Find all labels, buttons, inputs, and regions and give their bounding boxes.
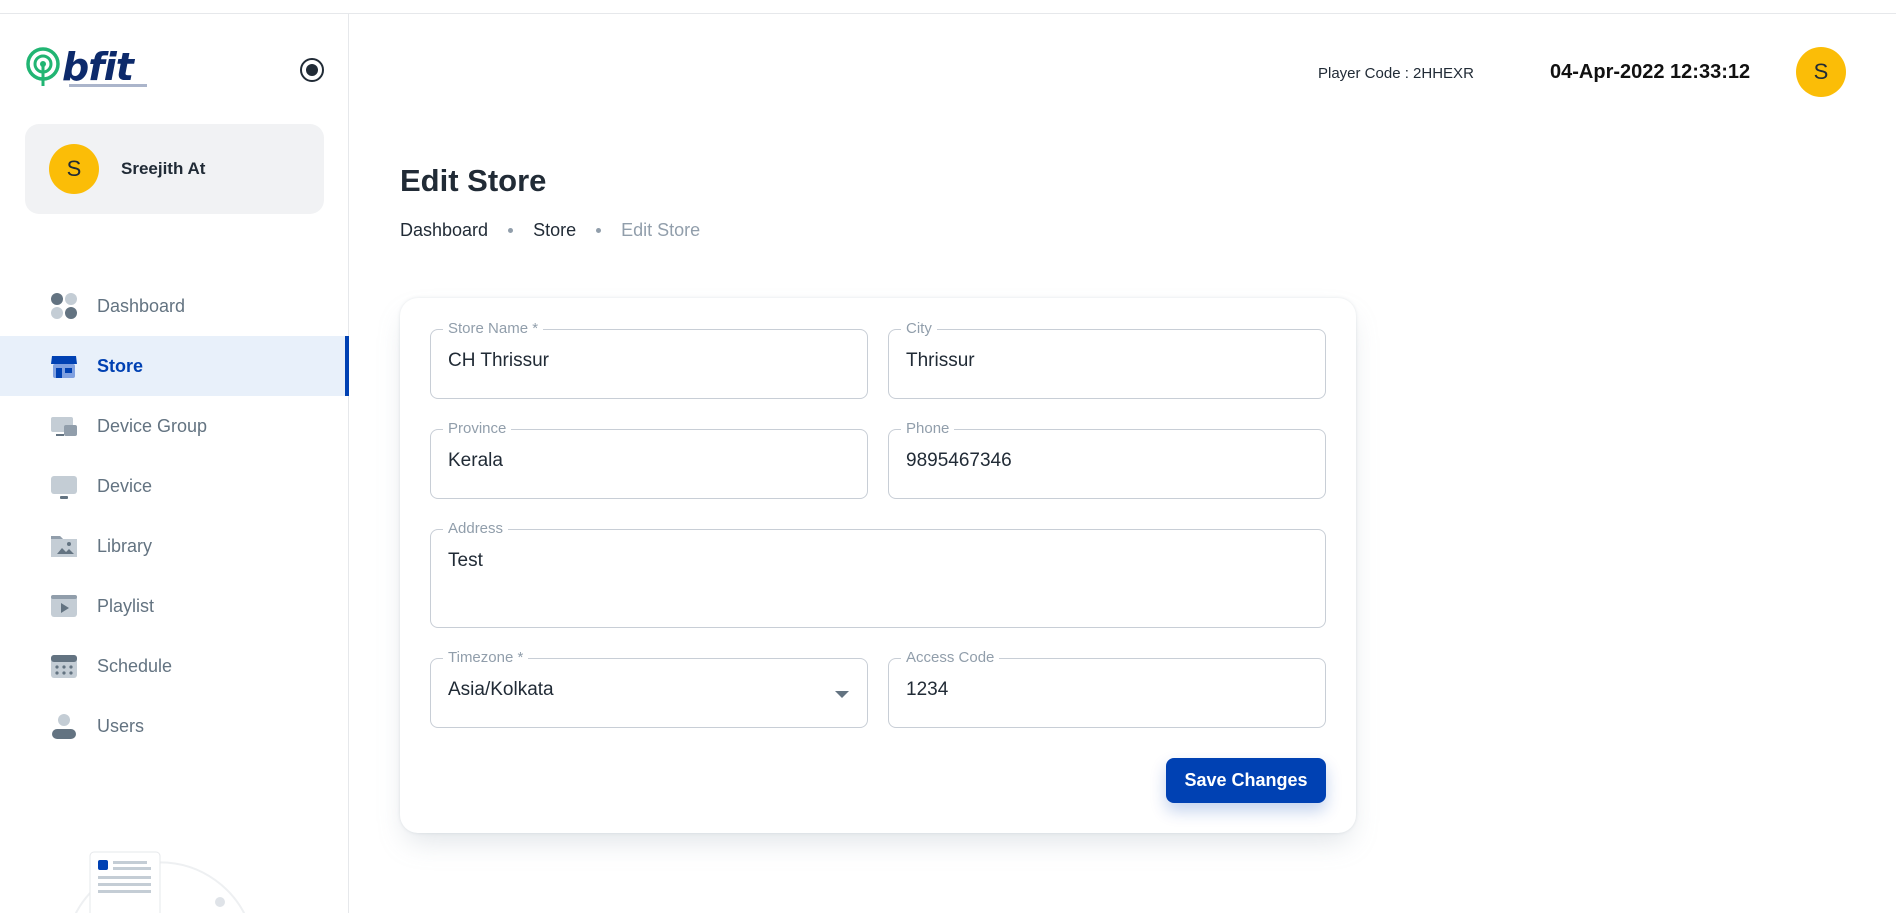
access-code-field[interactable]: Access Code 1234	[888, 648, 1326, 728]
city-value: Thrissur	[906, 350, 975, 371]
province-value: Kerala	[448, 450, 503, 471]
dropdown-arrow-icon	[835, 691, 849, 698]
timezone-select[interactable]: Timezone * Asia/Kolkata	[430, 648, 868, 728]
timezone-label: Timezone *	[443, 648, 529, 668]
user-avatar: S	[49, 144, 99, 194]
sidebar-item-store[interactable]: Store	[0, 336, 349, 396]
user-name: Sreejith At	[121, 159, 206, 178]
access-code-value: 1234	[906, 679, 949, 700]
users-icon	[50, 712, 78, 740]
breadcrumb-current: Edit Store	[621, 220, 701, 240]
sidebar-item-label: Schedule	[97, 655, 173, 676]
logo-wordmark: bfit	[62, 45, 134, 89]
sidebar: bfit S Sreejith At Dashboard Store Devic…	[0, 14, 349, 913]
schedule-icon	[50, 652, 78, 680]
device-group-icon	[50, 412, 78, 440]
city-field[interactable]: City Thrissur	[888, 319, 1326, 399]
breadcrumb-dashboard[interactable]: Dashboard	[400, 220, 488, 241]
page-title: Edit Store	[400, 163, 547, 198]
breadcrumb-store[interactable]: Store	[533, 220, 576, 241]
brand-logo[interactable]: bfit	[25, 44, 147, 90]
device-icon	[50, 472, 78, 500]
breadcrumb: Dashboard Store Edit Store	[400, 220, 700, 241]
account-avatar[interactable]: S	[1796, 47, 1846, 97]
user-card: S Sreejith At	[25, 124, 324, 214]
address-value: Test	[448, 550, 483, 571]
sidebar-item-label: Store	[97, 355, 144, 376]
phone-value: 9895467346	[906, 450, 1012, 471]
sidebar-item-label: Library	[97, 535, 153, 556]
phone-label: Phone	[901, 419, 955, 439]
city-label: City	[901, 319, 937, 339]
player-code: Player Code : 2HHEXR	[1318, 65, 1474, 82]
store-name-value: CH Thrissur	[448, 350, 549, 371]
library-icon	[50, 532, 78, 560]
sidebar-illustration	[60, 844, 260, 913]
sidebar-item-device[interactable]: Device	[0, 456, 349, 516]
sidebar-item-device-group[interactable]: Device Group	[0, 396, 349, 456]
dashboard-icon	[50, 292, 78, 320]
store-icon	[50, 352, 78, 380]
sidebar-item-label: Dashboard	[97, 295, 186, 316]
access-code-label: Access Code	[901, 648, 1000, 668]
playlist-icon	[50, 592, 78, 620]
sidebar-item-playlist[interactable]: Playlist	[0, 576, 349, 636]
save-changes-button[interactable]: Save Changes	[1166, 758, 1326, 803]
sidebar-item-label: Device	[97, 475, 153, 496]
breadcrumb-separator	[596, 228, 602, 233]
store-name-field[interactable]: Store Name * CH Thrissur	[430, 319, 868, 399]
store-name-label: Store Name *	[443, 319, 544, 339]
logo-tagline	[69, 84, 147, 87]
sidebar-item-schedule[interactable]: Schedule	[0, 636, 349, 696]
breadcrumb-separator	[508, 228, 514, 233]
sidebar-item-users[interactable]: Users	[0, 696, 349, 756]
address-field[interactable]: Address Test	[430, 519, 1326, 628]
province-label: Province	[443, 419, 512, 439]
sidebar-item-label: Device Group	[97, 415, 208, 436]
province-field[interactable]: Province Kerala	[430, 419, 868, 499]
address-label: Address	[443, 519, 509, 539]
sidebar-item-dashboard[interactable]: Dashboard	[0, 276, 349, 336]
logo-mark-icon	[25, 47, 61, 87]
timezone-value: Asia/Kolkata	[448, 679, 554, 700]
current-datetime: 04-Apr-2022 12:33:12	[1550, 61, 1751, 83]
sidebar-item-label: Users	[97, 715, 145, 736]
sidebar-collapse-button[interactable]	[300, 58, 324, 82]
sidebar-item-library[interactable]: Library	[0, 516, 349, 576]
sidebar-nav: Dashboard Store Device Group Device Libr…	[0, 276, 349, 756]
sidebar-item-label: Playlist	[97, 595, 155, 616]
phone-field[interactable]: Phone 9895467346	[888, 419, 1326, 499]
radio-dot-icon	[306, 64, 318, 76]
